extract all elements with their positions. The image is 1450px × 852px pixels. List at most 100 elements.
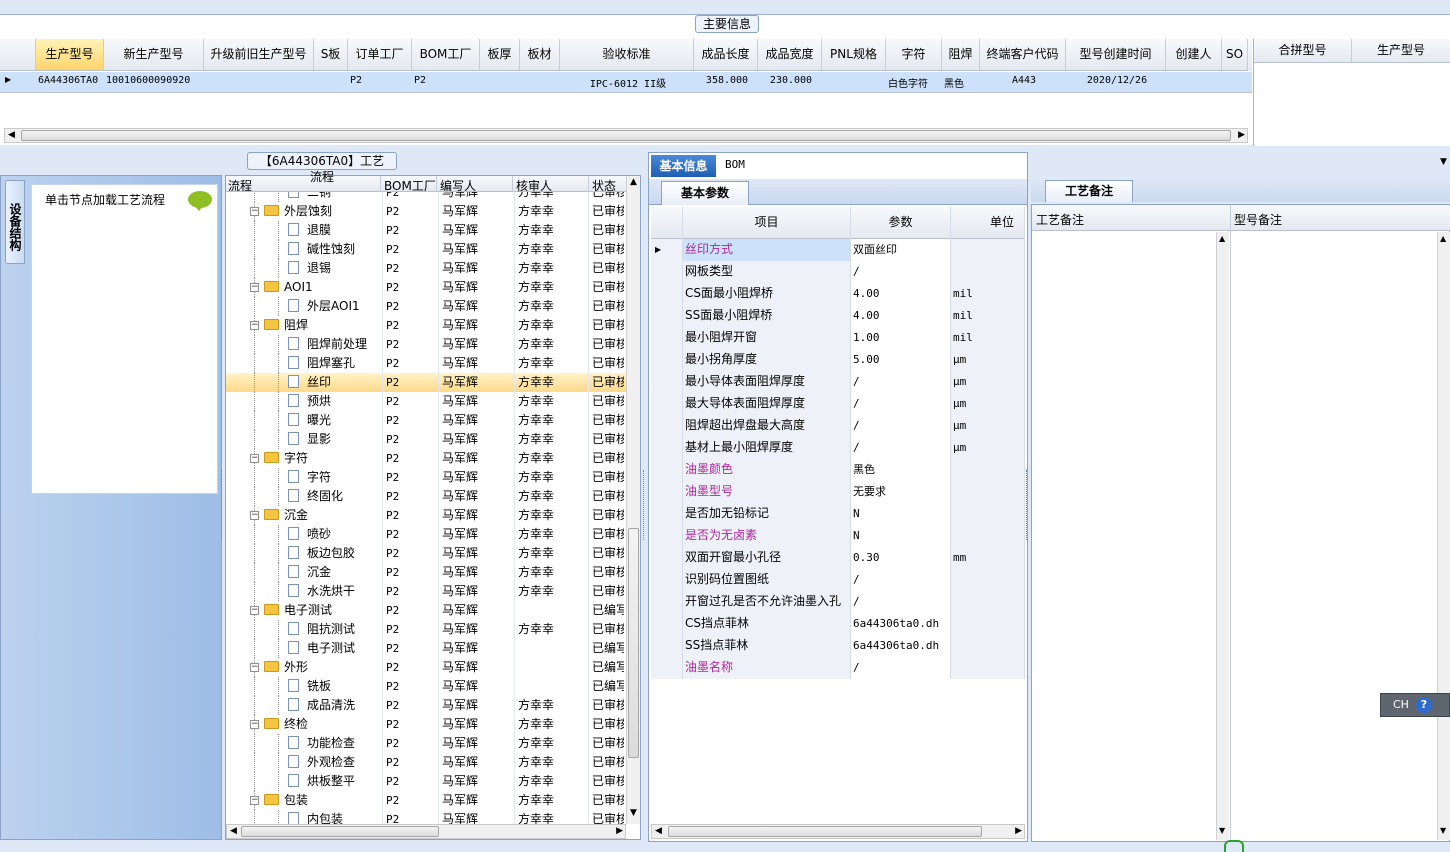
cell-8[interactable]: IPC-6012 II级 <box>562 75 694 90</box>
param-value[interactable]: N <box>851 525 951 547</box>
tree-vscroll-thumb[interactable] <box>628 528 639 758</box>
tree-row[interactable]: − 电子测试 P2 马军辉 已编写 <box>226 601 626 620</box>
params-row[interactable]: 是否加无铅标记 N <box>651 503 1025 525</box>
params-row[interactable]: 油墨颜色 黑色 <box>651 459 1025 481</box>
param-value[interactable]: / <box>851 569 951 591</box>
tree-node-label[interactable]: 外层蚀刻 <box>264 202 392 221</box>
process-remark-vscrollbar[interactable]: ▲ ▼ <box>1216 232 1229 840</box>
tree-node-label[interactable]: 丝印 <box>288 373 392 392</box>
tree-node-label[interactable]: 水洗烘干 <box>288 582 392 601</box>
col-header-2[interactable]: 升级前旧生产型号 <box>204 39 314 71</box>
tree-row[interactable]: 内包装 P2 马军辉 方幸幸 已审核 <box>226 810 626 824</box>
tree-node-label[interactable]: 退锡 <box>288 259 392 278</box>
tree-row[interactable]: 功能检查 P2 马军辉 方幸幸 已审核 <box>226 734 626 753</box>
scroll-down-arrow-icon[interactable]: ▼ <box>1219 826 1225 835</box>
col-header-13[interactable]: 阻焊 <box>942 39 980 71</box>
tree-node-label[interactable]: 预烘 <box>288 392 392 411</box>
params-row[interactable]: 最大导体表面阻焊厚度 / μm <box>651 393 1025 415</box>
tree-node-label[interactable]: 终检 <box>264 715 392 734</box>
tree-row[interactable]: 显影 P2 马军辉 方幸幸 已审核 <box>226 430 626 449</box>
tree-row[interactable]: 阻焊塞孔 P2 马军辉 方幸幸 已审核 <box>226 354 626 373</box>
col-header-10[interactable]: 成品宽度 <box>758 39 822 71</box>
params-row[interactable]: CS挡点菲林 6a44306ta0.dh <box>651 613 1025 635</box>
tree-row[interactable]: 板边包胶 P2 马军辉 方幸幸 已审核 <box>226 544 626 563</box>
tree-row[interactable]: 预烘 P2 马军辉 方幸幸 已审核 <box>226 392 626 411</box>
col-header-8[interactable]: 验收标准 <box>560 39 694 71</box>
tree-node-label[interactable]: 外形 <box>264 658 392 677</box>
tree-node-label[interactable]: 电子测试 <box>264 601 392 620</box>
params-col-header-2[interactable]: 单位 <box>951 207 1025 239</box>
param-value[interactable]: / <box>851 415 951 437</box>
col-header-15[interactable]: 型号创建时间 <box>1066 39 1166 71</box>
param-value[interactable]: N <box>851 503 951 525</box>
collapse-toggle-icon[interactable]: − <box>250 511 259 520</box>
collapse-toggle-icon[interactable]: − <box>250 283 259 292</box>
tree-row[interactable]: 碱性蚀刻 P2 马军辉 方幸幸 已审核 <box>226 240 626 259</box>
tree-node-label[interactable]: 显影 <box>288 430 392 449</box>
tree-node-label[interactable]: 喷砂 <box>288 525 392 544</box>
tree-row[interactable]: 退膜 P2 马军辉 方幸幸 已审核 <box>226 221 626 240</box>
splitter-mid[interactable] <box>643 470 646 540</box>
tree-row[interactable]: 喷砂 P2 马军辉 方幸幸 已审核 <box>226 525 626 544</box>
tree-node-label[interactable]: 内包装 <box>288 810 392 824</box>
tree-row[interactable]: − 终检 P2 马军辉 方幸幸 已审核 <box>226 715 626 734</box>
tree-node-label[interactable]: 阻抗测试 <box>288 620 392 639</box>
tree-row[interactable]: − 阻焊 P2 马军辉 方幸幸 已审核 <box>226 316 626 335</box>
scroll-left-arrow-icon[interactable]: ◀ <box>655 826 662 836</box>
params-row[interactable]: SS面最小阻焊桥 4.00 mil <box>651 305 1025 327</box>
tree-row[interactable]: − 沉金 P2 马军辉 方幸幸 已审核 <box>226 506 626 525</box>
params-col-header-1[interactable]: 参数 <box>851 207 951 239</box>
tree-row[interactable]: − 外形 P2 马军辉 已编写 <box>226 658 626 677</box>
tree-row[interactable]: 阻抗测试 P2 马军辉 方幸幸 已审核 <box>226 620 626 639</box>
param-value[interactable]: 5.00 <box>851 349 951 371</box>
param-value[interactable]: 6a44306ta0.dh <box>851 613 951 635</box>
collapse-toggle-icon[interactable]: − <box>250 454 259 463</box>
tree-row[interactable]: 外观检查 P2 马军辉 方幸幸 已审核 <box>226 753 626 772</box>
tree-row[interactable]: 水洗烘干 P2 马军辉 方幸幸 已审核 <box>226 582 626 601</box>
tree-node-label[interactable]: 碱性蚀刻 <box>288 240 392 259</box>
tree-hscroll-thumb[interactable] <box>241 826 439 837</box>
scroll-down-arrow-icon[interactable]: ▼ <box>630 808 637 818</box>
scroll-right-arrow-icon[interactable]: ▶ <box>1238 130 1245 140</box>
main-info-hscrollbar[interactable]: ◀ ▶ <box>4 128 1248 143</box>
col-header-0[interactable]: 生产型号 <box>36 39 104 71</box>
params-hscroll-thumb[interactable] <box>668 826 982 837</box>
collapse-toggle-icon[interactable]: − <box>250 796 259 805</box>
tree-node-label[interactable]: 阻焊塞孔 <box>288 354 392 373</box>
tree-node-label[interactable]: 外观检查 <box>288 753 392 772</box>
tree-node-label[interactable]: 终固化 <box>288 487 392 506</box>
params-row[interactable]: 最小拐角厚度 5.00 μm <box>651 349 1025 371</box>
params-row[interactable]: 最小导体表面阻焊厚度 / μm <box>651 371 1025 393</box>
col-header-5[interactable]: BOM工厂 <box>412 39 480 71</box>
collapse-toggle-icon[interactable]: − <box>250 207 259 216</box>
col-header-production-model[interactable]: 生产型号 <box>1352 39 1450 63</box>
param-value[interactable]: / <box>851 261 951 283</box>
param-value[interactable]: 4.00 <box>851 283 951 305</box>
param-value[interactable]: / <box>851 591 951 613</box>
cell-9[interactable]: 358.000 <box>696 75 758 86</box>
params-row[interactable]: 双面开窗最小孔径 0.30 mm <box>651 547 1025 569</box>
cell-1[interactable]: 10010600090920 <box>106 75 204 86</box>
col-header-4[interactable]: 订单工厂 <box>348 39 412 71</box>
tree-node-label[interactable]: 外层AOI1 <box>288 297 392 316</box>
tree-node-label[interactable]: 阻焊 <box>264 316 392 335</box>
ime-language-label[interactable]: CH <box>1393 698 1409 711</box>
collapse-toggle-icon[interactable]: − <box>250 606 259 615</box>
col-header-7[interactable]: 板材 <box>520 39 560 71</box>
tab-bom[interactable]: BOM <box>725 158 745 171</box>
tree-row[interactable]: − 包装 P2 马军辉 方幸幸 已审核 <box>226 791 626 810</box>
main-info-data-row[interactable]: ▶ 6A44306TA0 10010600090920 P2 P2 IPC-6012 II… <box>0 72 1252 93</box>
model-remark-vscrollbar[interactable]: ▲ ▼ <box>1437 232 1450 840</box>
col-header-14[interactable]: 终端客户代码 <box>980 39 1066 71</box>
tree-row[interactable]: 曝光 P2 马军辉 方幸幸 已审核 <box>226 411 626 430</box>
params-row[interactable]: 油墨型号 无要求 <box>651 481 1025 503</box>
param-value[interactable]: 双面丝印 <box>851 239 951 261</box>
tree-row[interactable]: 成品清洗 P2 马军辉 方幸幸 已审核 <box>226 696 626 715</box>
tree-node-label[interactable]: 字符 <box>288 468 392 487</box>
col-header-9[interactable]: 成品长度 <box>694 39 758 71</box>
cell-10[interactable]: 230.000 <box>760 75 822 86</box>
tab-basic-info[interactable]: 基本信息 <box>651 155 716 177</box>
tab-process-remarks[interactable]: 工艺备注 <box>1045 180 1133 202</box>
collapse-toggle-icon[interactable]: − <box>250 663 259 672</box>
tree-row[interactable]: 丝印 P2 马军辉 方幸幸 已审核 <box>226 373 626 392</box>
